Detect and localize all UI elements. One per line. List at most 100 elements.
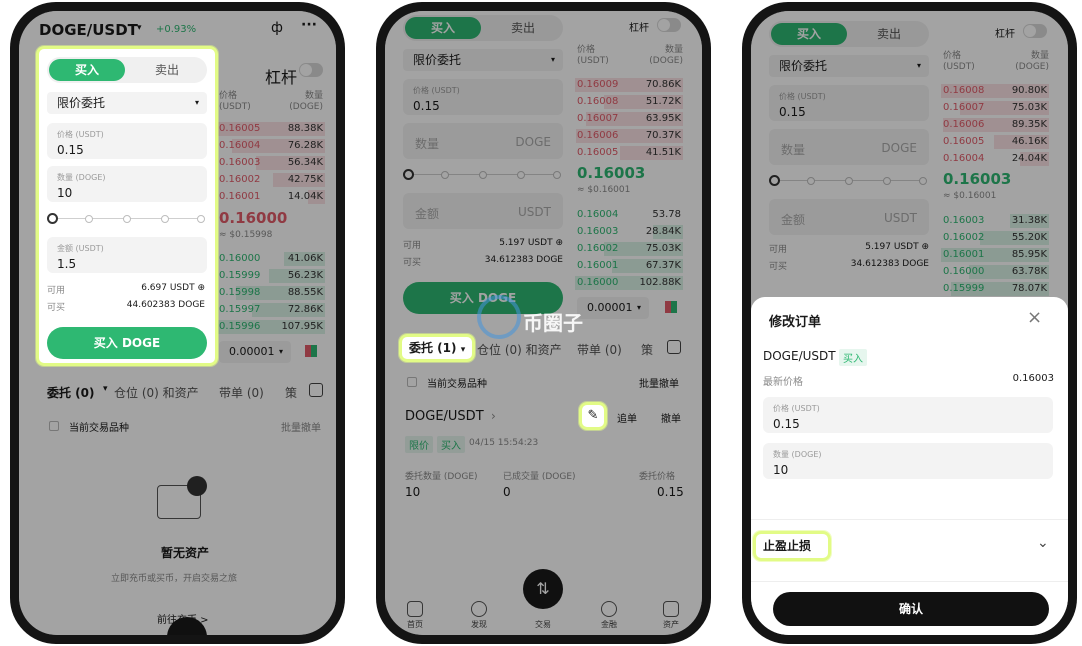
more-icon[interactable]: ··· [301,17,317,33]
buy-tab[interactable]: 买入 [405,17,481,39]
nav-assets[interactable]: 资产 [651,601,691,630]
confirm-button[interactable]: 确认 [773,592,1049,626]
bid-row[interactable]: 0.16000 41.06K [217,251,325,267]
price-value[interactable]: 0.15 [773,417,800,431]
chevron-right-icon[interactable]: › [491,409,496,423]
trade-swap-icon[interactable]: ⇅ [523,569,563,609]
leverage-toggle[interactable] [1023,24,1047,38]
ask-row[interactable]: 0.16008 90.80K [941,83,1049,99]
plus-circle-icon[interactable]: ⊕ [921,242,929,252]
buy-tab[interactable]: 买入 [771,23,847,45]
leverage-toggle[interactable] [299,63,323,77]
last-price-fiat: ≈ $0.16001 [577,185,631,195]
plus-circle-icon[interactable]: ⊕ [555,238,563,248]
ask-row[interactable]: 0.16005 88.38K [217,121,325,137]
bid-row[interactable]: 0.15997 72.86K [217,302,325,318]
depth-select[interactable]: 0.00001 ▾ [577,297,649,319]
close-icon[interactable]: × [1027,307,1042,328]
order-quantity: 10 [405,485,421,499]
cancel-order-button[interactable]: 撤单 [661,410,681,425]
book-layout-icon[interactable] [305,345,317,357]
bid-row[interactable]: 0.16000 63.78K [941,264,1049,280]
sell-tab[interactable]: 卖出 [849,21,929,47]
book-layout-icon[interactable] [665,301,677,313]
ask-row[interactable]: 0.16004 76.28K [217,138,325,154]
leverage-toggle[interactable] [657,18,681,32]
quantity-value[interactable]: 10 [773,463,788,477]
pair-title[interactable]: DOGE/USDT [39,21,138,39]
tab-positions[interactable]: 仓位 (0) 和资产 [114,384,199,401]
current-pair-checkbox[interactable] [49,421,59,431]
ask-quantity: 51.72K [645,96,681,107]
tab-more[interactable]: 策 [285,384,297,401]
tab-orders[interactable]: 委托 (0) [47,384,95,401]
bid-row[interactable]: 0.16001 67.37K [575,258,683,274]
amount-slider[interactable] [403,169,563,181]
slider-knob[interactable] [769,175,780,186]
ask-row[interactable]: 0.16001 14.04K [217,189,325,205]
amount-field[interactable]: 金额 USDT [403,193,563,229]
sell-tab[interactable]: 卖出 [483,15,563,41]
bid-row[interactable]: 0.16002 75.03K [575,241,683,257]
ask-row[interactable]: 0.16005 41.51K [575,145,683,161]
ask-row[interactable]: 0.16005 46.16K [941,134,1049,150]
ask-row[interactable]: 0.16004 24.04K [941,151,1049,167]
nav-home[interactable]: 首页 [395,601,435,630]
ask-row[interactable]: 0.16008 51.72K [575,94,683,110]
tab-bands[interactable]: 带单 (0) [577,341,622,358]
batch-cancel[interactable]: 批量撤单 [639,375,679,390]
last-price-fiat: ≈ $0.16001 [943,191,997,201]
bid-row[interactable]: 0.15999 78.07K [941,281,1049,297]
depth-select[interactable]: 0.00001 ▾ [219,341,291,363]
bid-row[interactable]: 0.15999 56.23K [217,268,325,284]
bid-row[interactable]: 0.16003 28.84K [575,224,683,240]
candlestick-icon[interactable]: ф [271,20,283,36]
current-pair-checkbox[interactable] [407,377,417,387]
batch-cancel[interactable]: 批量撤单 [281,419,321,434]
tab-bands[interactable]: 带单 (0) [219,384,264,401]
history-icon[interactable] [667,340,681,354]
nav-discover[interactable]: 发现 [459,601,499,630]
order-type-select[interactable]: 限价委托 ▾ [769,55,929,77]
tab-more[interactable]: 策 [641,341,653,358]
nav-finance[interactable]: 金融 [589,601,629,630]
quantity-field[interactable]: 数量 DOGE [403,123,563,159]
col-filled: 已成交量 (DOGE) [503,472,576,482]
bid-row[interactable]: 0.16001 85.95K [941,247,1049,263]
amount-unit: USDT [884,211,917,225]
ask-price: 0.16001 [219,191,261,202]
order-pair[interactable]: DOGE/USDT [405,409,484,424]
ask-row[interactable]: 0.16002 42.75K [217,172,325,188]
chevron-down-icon[interactable]: ▾ [103,384,108,394]
bid-row[interactable]: 0.15998 88.55K [217,285,325,301]
price-field[interactable]: 价格 (USDT) 0.15 [403,79,563,115]
price-value[interactable]: 0.15 [413,99,440,113]
nav-trade[interactable]: 交易 [523,619,563,630]
history-icon[interactable] [309,383,323,397]
quantity-field[interactable]: 数量 DOGE [769,129,929,165]
order-type-select[interactable]: 限价委托 ▾ [403,49,563,71]
price-value[interactable]: 0.15 [779,105,806,119]
bid-row[interactable]: 0.16002 55.20K [941,230,1049,246]
price-label: 价格 (USDT) [779,92,826,101]
ask-row[interactable]: 0.16006 89.35K [941,117,1049,133]
slider-knob[interactable] [403,169,414,180]
price-field[interactable]: 价格 (USDT) 0.15 [769,85,929,121]
bid-row[interactable]: 0.15996 107.95K [217,319,325,335]
bid-row[interactable]: 0.16003 31.38K [941,213,1049,229]
bid-row[interactable]: 0.16004 53.78 [575,207,683,223]
ask-row[interactable]: 0.16007 63.95K [575,111,683,127]
modify-price-field[interactable]: 价格 (USDT) 0.15 [763,397,1053,433]
ask-row[interactable]: 0.16006 70.37K [575,128,683,144]
chevron-down-icon[interactable]: ▾ [137,23,142,33]
chevron-down-icon[interactable]: ⌄ [1037,535,1049,551]
ask-row[interactable]: 0.16007 75.03K [941,100,1049,116]
bid-row[interactable]: 0.16000 102.88K [575,275,683,291]
ask-row[interactable]: 0.16003 56.34K [217,155,325,171]
chase-order-button[interactable]: 追单 [617,410,637,425]
amount-slider[interactable] [769,175,929,187]
modify-quantity-field[interactable]: 数量 (DOGE) 10 [763,443,1053,479]
amount-field[interactable]: 金额 USDT [769,199,929,235]
tab-positions[interactable]: 仓位 (0) 和资产 [477,341,562,358]
ask-row[interactable]: 0.16009 70.86K [575,77,683,93]
